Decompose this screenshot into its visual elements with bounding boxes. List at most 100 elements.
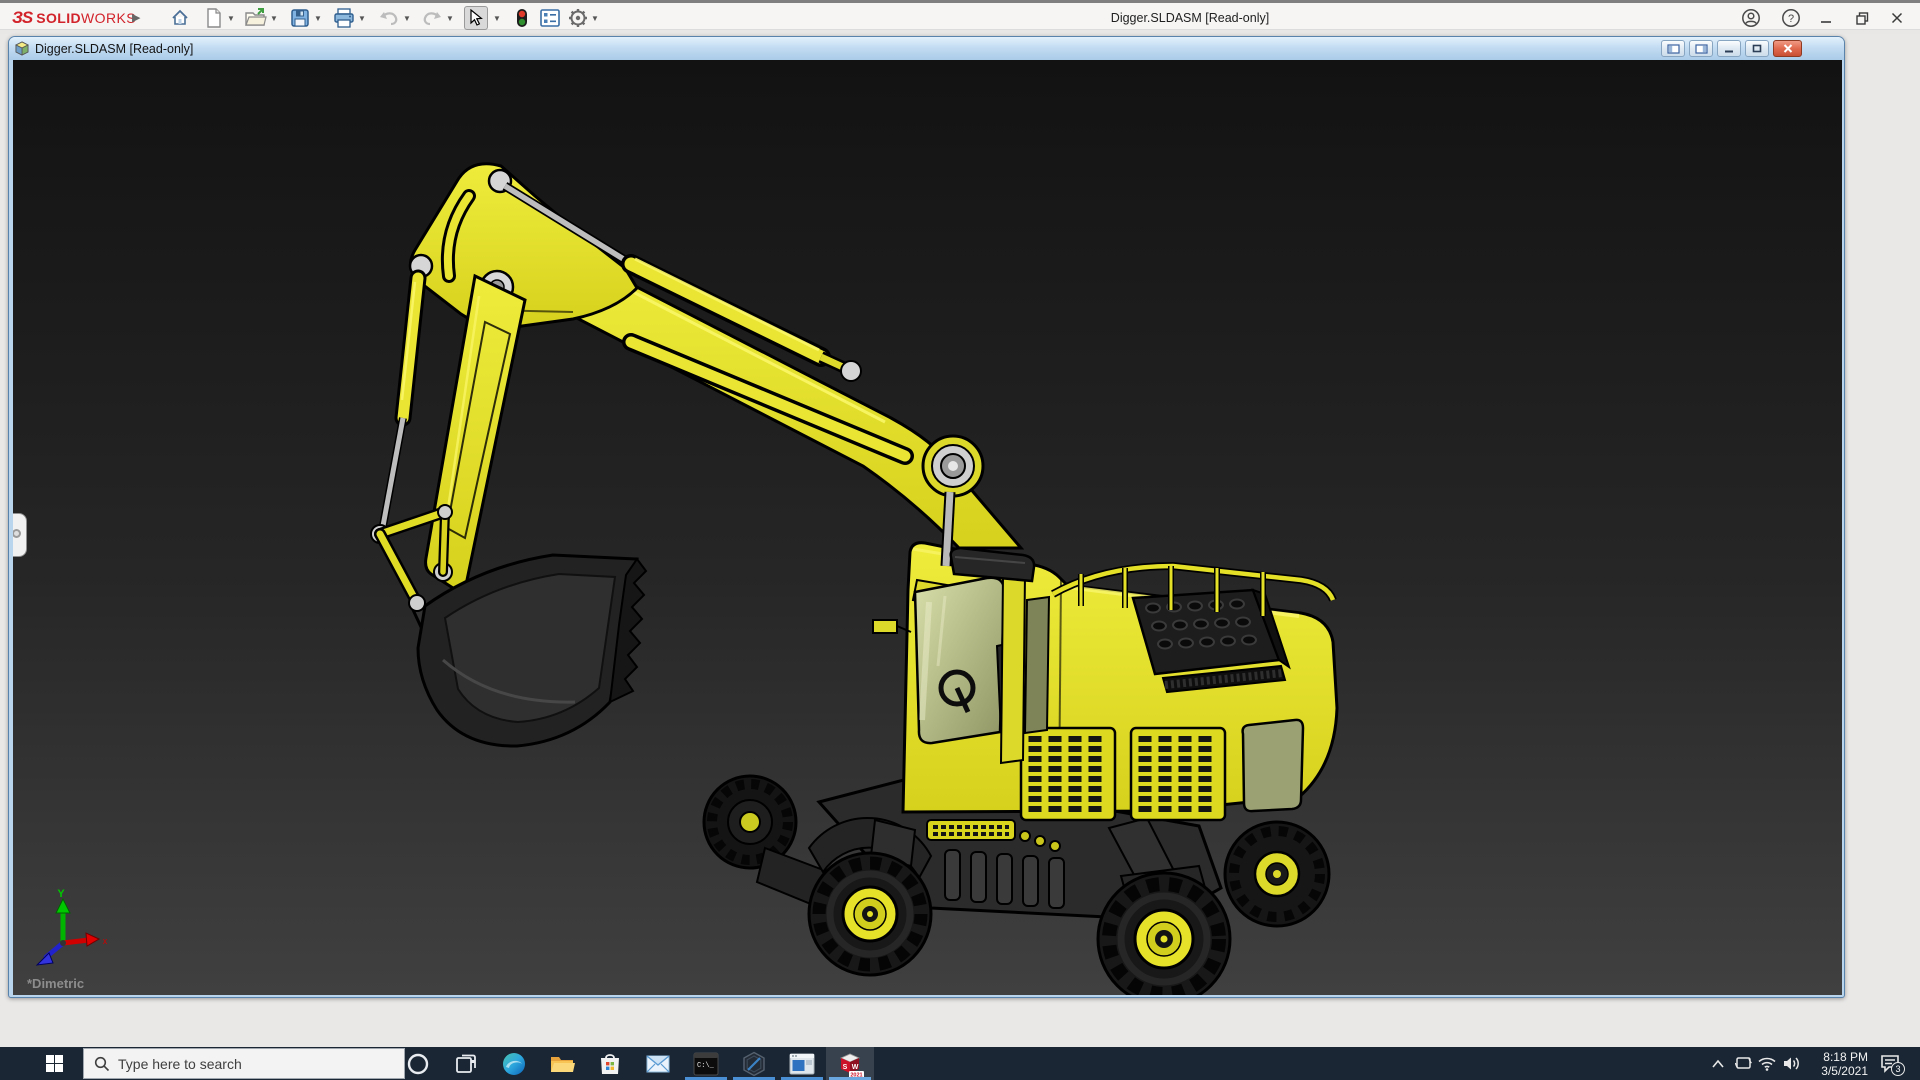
bucket-cylinder [370, 269, 427, 544]
stoplight-button[interactable] [510, 6, 534, 30]
remote-window-icon [789, 1053, 815, 1074]
command-prompt-icon: C:\_ [693, 1052, 719, 1075]
tray-chevron-button[interactable] [1706, 1047, 1730, 1080]
open-button[interactable] [244, 6, 268, 30]
account-button[interactable] [1738, 8, 1764, 28]
windows-taskbar: Type here to search C:\_ S W 2021 8:18 P… [0, 1047, 1920, 1080]
app-titlebar: ЗS SOLID WORKS ▶ ▼ ▼ ▼ ▼ ▼ ▼ ▼ ▼ Digger.… [0, 0, 1920, 30]
tray-time: 8:18 PM [1823, 1049, 1868, 1064]
new-document-icon [207, 8, 221, 28]
wheel-front-left [807, 851, 933, 977]
taskbar-search-input[interactable]: Type here to search [83, 1048, 405, 1079]
taskbar-command-prompt-button[interactable]: C:\_ [682, 1047, 730, 1080]
excavator-model[interactable] [13, 60, 1842, 995]
document-titlebar[interactable]: Digger.SLDASM [Read-only] [9, 37, 1844, 60]
undo-icon [380, 12, 398, 26]
help-button[interactable]: ? [1778, 8, 1804, 28]
taskbar-file-explorer-button[interactable] [538, 1047, 586, 1080]
print-icon [334, 8, 354, 28]
notification-badge: 3 [1891, 1061, 1905, 1076]
svg-text:W: W [852, 1064, 859, 1071]
restore-icon [1855, 11, 1868, 25]
file-explorer-icon [551, 1056, 575, 1072]
document-window: Digger.SLDASM [Read-only] Y x *Dimetric [8, 36, 1845, 998]
triad-y-label: Y [57, 888, 65, 900]
vent-grille-right [1129, 726, 1227, 822]
taskbar-edge-button[interactable] [490, 1047, 538, 1080]
vent-grille-left [1019, 726, 1117, 822]
pane-left-icon [1666, 43, 1680, 54]
home-button[interactable] [168, 6, 192, 30]
select-tool-caret[interactable]: ▼ [492, 14, 502, 23]
chevron-up-icon [1712, 1059, 1724, 1068]
collapse-tab-handle-icon [13, 529, 21, 538]
pane-right-icon [1694, 43, 1708, 54]
mdi-background: Digger.SLDASM [Read-only] Y x *Dimetric [0, 34, 1920, 1047]
speaker-icon [1784, 1057, 1799, 1070]
undo-caret[interactable]: ▼ [402, 14, 412, 23]
app-minimize-button[interactable] [1813, 8, 1839, 28]
wifi-icon [1758, 1057, 1776, 1071]
doc-close-icon [1783, 44, 1792, 53]
redo-button[interactable] [420, 6, 444, 30]
redo-caret[interactable]: ▼ [445, 14, 455, 23]
tray-volume-button[interactable] [1780, 1047, 1804, 1080]
taskbar-task-view-button[interactable] [442, 1047, 490, 1080]
save-floppy-icon [291, 9, 309, 27]
options-caret[interactable]: ▼ [590, 14, 600, 23]
display-list-icon [540, 9, 560, 27]
device-icon [1734, 1057, 1752, 1069]
doc-minimize-button[interactable] [1717, 40, 1741, 57]
doc-close-button[interactable] [1773, 40, 1802, 57]
mirror [872, 619, 898, 634]
show-left-pane-button[interactable] [1661, 40, 1685, 57]
tray-date: 3/5/2021 [1821, 1063, 1868, 1078]
close-icon [1891, 12, 1903, 24]
document-title: Digger.SLDASM [Read-only] [35, 41, 194, 56]
edge-icon [503, 1052, 525, 1075]
print-button[interactable] [332, 6, 356, 30]
app-title: Digger.SLDASM [Read-only] [1110, 11, 1270, 25]
taskbar-store-button[interactable] [586, 1047, 634, 1080]
solidworks-application: ЗS SOLID WORKS ▶ ▼ ▼ ▼ ▼ ▼ ▼ ▼ ▼ Digger.… [0, 0, 1920, 1080]
task-view-icon [456, 1054, 476, 1073]
stoplight-icon [517, 9, 527, 27]
doc-minimize-icon [1725, 50, 1733, 53]
action-center-button[interactable]: 3 [1872, 1047, 1908, 1080]
taskbar-remote-window-button[interactable] [778, 1047, 826, 1080]
tray-network-button[interactable] [1755, 1047, 1779, 1080]
gear-icon [569, 9, 587, 27]
app-restore-button[interactable] [1849, 8, 1875, 28]
ds-logo-icon: ЗS [12, 8, 33, 27]
taskbar-solidworks-button[interactable]: S W 2021 [826, 1047, 874, 1080]
print-caret[interactable]: ▼ [357, 14, 367, 23]
taskbar-hexagon-tool-button[interactable] [730, 1047, 778, 1080]
app-close-button[interactable] [1884, 8, 1910, 28]
new-document-button[interactable] [202, 6, 226, 30]
wheel-front-right [1096, 871, 1232, 995]
new-document-caret[interactable]: ▼ [226, 14, 236, 23]
save-button[interactable] [288, 6, 312, 30]
taskbar-mail-button[interactable] [634, 1047, 682, 1080]
feature-pane-collapse-tab[interactable] [13, 513, 27, 557]
hexagon-tool-icon [743, 1051, 765, 1076]
taskbar-cortana-button[interactable] [394, 1047, 442, 1080]
toolbar-flyout-arrow-icon[interactable]: ▶ [132, 11, 140, 24]
options-button[interactable] [566, 6, 590, 30]
tray-clock[interactable]: 8:18 PM 3/5/2021 [1802, 1047, 1868, 1080]
windows-logo-icon [45, 1055, 63, 1072]
svg-text:S: S [843, 1064, 848, 1071]
select-tool-button[interactable] [464, 6, 488, 30]
start-button[interactable] [28, 1047, 80, 1080]
display-settings-button[interactable] [538, 6, 562, 30]
cortana-icon [407, 1053, 429, 1074]
open-caret[interactable]: ▼ [269, 14, 279, 23]
cab-roof-box [949, 546, 1036, 583]
undo-button[interactable] [377, 6, 401, 30]
graphics-viewport[interactable]: Y x *Dimetric [13, 60, 1842, 995]
doc-restore-button[interactable] [1745, 40, 1769, 57]
show-right-pane-button[interactable] [1689, 40, 1713, 57]
home-icon [172, 9, 188, 25]
save-caret[interactable]: ▼ [313, 14, 323, 23]
tray-device-button[interactable] [1731, 1047, 1755, 1080]
